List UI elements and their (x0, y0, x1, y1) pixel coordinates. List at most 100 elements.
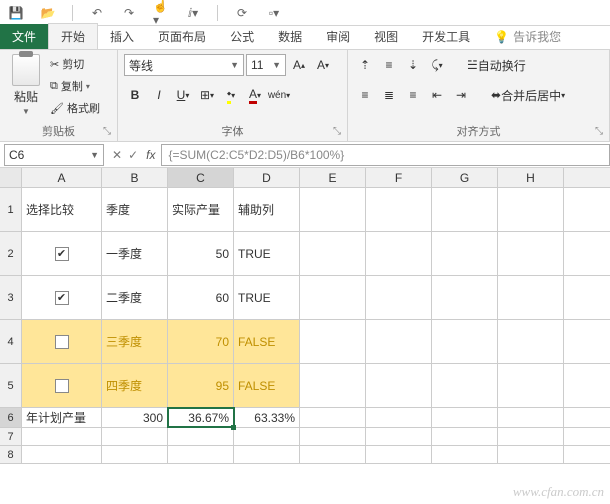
tab-file[interactable]: 文件 (0, 24, 48, 49)
cell[interactable] (432, 428, 498, 445)
cell[interactable] (234, 446, 300, 463)
increase-indent-button[interactable]: ⇥ (450, 84, 472, 106)
dialog-launcher-icon[interactable]: ⤡ (595, 126, 603, 137)
cell[interactable] (102, 446, 168, 463)
tab-formulas[interactable]: 公式 (218, 24, 266, 49)
cell[interactable] (366, 408, 432, 427)
cell[interactable]: 95 (168, 364, 234, 407)
align-middle-button[interactable]: ≡ (378, 54, 400, 76)
cell[interactable]: 二季度 (102, 276, 168, 319)
cell[interactable] (432, 320, 498, 363)
fx-icon[interactable]: fx (146, 148, 155, 162)
cell[interactable] (366, 428, 432, 445)
checkbox[interactable] (55, 379, 69, 393)
decrease-indent-button[interactable]: ⇤ (426, 84, 448, 106)
wrap-text-button[interactable]: ☱ 自动换行 (460, 54, 533, 76)
paste-button[interactable]: 粘贴 ▼ (6, 54, 46, 116)
cell[interactable] (366, 188, 432, 231)
checkbox[interactable]: ✔ (55, 291, 69, 305)
cell[interactable] (366, 320, 432, 363)
save-icon[interactable]: 💾 (8, 5, 24, 21)
name-box[interactable]: C6▼ (4, 144, 104, 166)
decrease-font-button[interactable]: A▾ (312, 54, 334, 76)
cell[interactable]: 四季度 (102, 364, 168, 407)
row-header[interactable]: 6 (0, 408, 22, 427)
cell[interactable] (498, 276, 564, 319)
cell[interactable]: 一季度 (102, 232, 168, 275)
column-header-G[interactable]: G (432, 168, 498, 187)
cell[interactable] (300, 188, 366, 231)
cell[interactable] (22, 446, 102, 463)
cell[interactable]: 季度 (102, 188, 168, 231)
align-center-button[interactable]: ≣ (378, 84, 400, 106)
select-all-corner[interactable] (0, 168, 22, 187)
tell-me[interactable]: 💡告诉我您 (482, 24, 573, 49)
refresh-icon[interactable]: ⟳ (234, 5, 250, 21)
cell[interactable] (168, 446, 234, 463)
cell[interactable] (498, 320, 564, 363)
cell[interactable] (498, 428, 564, 445)
cancel-formula-icon[interactable]: ✕ (112, 148, 122, 162)
cell[interactable] (22, 320, 102, 363)
align-top-button[interactable]: ⇡ (354, 54, 376, 76)
merge-center-button[interactable]: ⬌ 合并后居中 ▾ (484, 84, 572, 106)
cell[interactable] (432, 188, 498, 231)
row-header[interactable]: 8 (0, 446, 22, 463)
cell[interactable]: 辅助列 (234, 188, 300, 231)
quickprint-icon[interactable]: ⅈ▾ (185, 5, 201, 21)
tab-home[interactable]: 开始 (48, 23, 98, 49)
underline-button[interactable]: U▾ (172, 84, 194, 106)
cell[interactable]: 实际产量 (168, 188, 234, 231)
cell[interactable]: 三季度 (102, 320, 168, 363)
dialog-launcher-icon[interactable]: ⤡ (103, 126, 111, 137)
cell[interactable] (300, 276, 366, 319)
cell[interactable] (300, 364, 366, 407)
column-header-A[interactable]: A (22, 168, 102, 187)
cell[interactable] (498, 446, 564, 463)
cell[interactable]: TRUE (234, 232, 300, 275)
cell[interactable] (498, 188, 564, 231)
column-header-D[interactable]: D (234, 168, 300, 187)
row-header[interactable]: 4 (0, 320, 22, 363)
tab-layout[interactable]: 页面布局 (146, 24, 218, 49)
bold-button[interactable]: B (124, 84, 146, 106)
border-button[interactable]: ⊞▾ (196, 84, 218, 106)
cell[interactable] (234, 428, 300, 445)
checkbox[interactable] (55, 335, 69, 349)
font-size-combo[interactable]: 11▼ (246, 54, 286, 76)
cell[interactable] (366, 364, 432, 407)
align-left-button[interactable]: ≡ (354, 84, 376, 106)
cell[interactable] (432, 408, 498, 427)
undo-icon[interactable]: ↶ (89, 5, 105, 21)
font-name-combo[interactable]: 等线▼ (124, 54, 244, 76)
cell[interactable]: 36.67% (168, 408, 234, 427)
cell[interactable] (432, 276, 498, 319)
dialog-launcher-icon[interactable]: ⤡ (333, 126, 341, 137)
cell[interactable]: 300 (102, 408, 168, 427)
cell[interactable] (366, 446, 432, 463)
copy-button[interactable]: ⧉复制▾ (50, 76, 100, 96)
cell[interactable] (22, 428, 102, 445)
cell[interactable] (300, 232, 366, 275)
align-right-button[interactable]: ≡ (402, 84, 424, 106)
cell[interactable]: 63.33% (234, 408, 300, 427)
row-header[interactable]: 2 (0, 232, 22, 275)
cell[interactable]: 选择比较 (22, 188, 102, 231)
redo-icon[interactable]: ↷ (121, 5, 137, 21)
column-header-E[interactable]: E (300, 168, 366, 187)
folder-icon[interactable]: 📂 (40, 5, 56, 21)
tab-data[interactable]: 数据 (266, 24, 314, 49)
tab-view[interactable]: 视图 (362, 24, 410, 49)
tab-developer[interactable]: 开发工具 (410, 24, 482, 49)
row-header[interactable]: 1 (0, 188, 22, 231)
column-header-F[interactable]: F (366, 168, 432, 187)
tab-insert[interactable]: 插入 (98, 24, 146, 49)
new-icon[interactable]: ▫▾ (266, 5, 282, 21)
cell[interactable]: 50 (168, 232, 234, 275)
cut-button[interactable]: ✂剪切 (50, 54, 100, 74)
cell[interactable] (300, 320, 366, 363)
format-painter-button[interactable]: 🖌格式刷 (50, 98, 100, 118)
cell[interactable]: FALSE (234, 364, 300, 407)
cell[interactable] (102, 428, 168, 445)
cell[interactable] (300, 408, 366, 427)
